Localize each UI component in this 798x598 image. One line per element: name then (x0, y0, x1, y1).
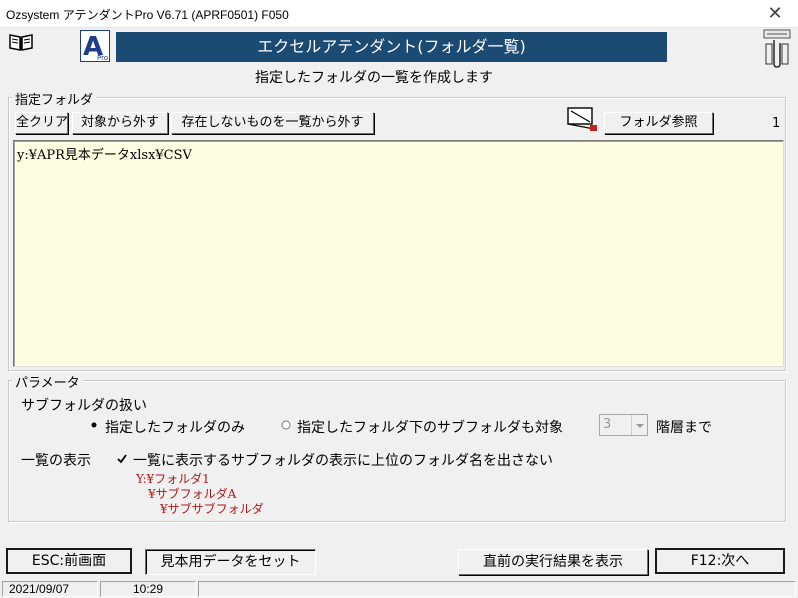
remove-target-button[interactable]: 対象から外す (72, 112, 168, 134)
book-icon[interactable] (8, 32, 34, 52)
set-sample-data-button[interactable]: 見本用データをセット (145, 549, 316, 575)
example-line-2: ¥サブフォルダA (148, 487, 237, 501)
radio-only-selected[interactable] (88, 419, 100, 431)
close-icon[interactable]: ✕ (752, 0, 798, 28)
example-line-3: ¥サブサブフォルダ (160, 502, 264, 516)
chevron-down-icon[interactable] (631, 415, 647, 435)
svg-text:Pro: Pro (97, 54, 108, 62)
show-last-result-button[interactable]: 直前の実行結果を表示 (458, 549, 648, 575)
radio-sub-unselected[interactable] (280, 419, 292, 431)
list-item[interactable]: y:¥APR見本データxlsx¥CSV (17, 144, 780, 163)
status-extra (198, 581, 796, 597)
radio-only-label[interactable]: 指定したフォルダのみ (105, 417, 245, 437)
esc-back-button[interactable]: ESC:前画面 (6, 548, 132, 574)
header-banner: エクセルアテンダント(フォルダ一覧) (116, 32, 667, 62)
paperclip-icon[interactable] (762, 28, 794, 68)
status-time: 10:29 (100, 581, 196, 597)
params-group-title: パラメータ (12, 372, 83, 391)
hide-parent-label[interactable]: 一覧に表示するサブフォルダの表示に上位のフォルダ名を出さない (133, 450, 553, 470)
folder-group-title: 指定フォルダ (12, 89, 97, 108)
window-title: Ozsystem アテンダントPro V6.71 (APRF0501) F050 (6, 8, 289, 22)
subfolder-label: サブフォルダの扱い (21, 398, 147, 414)
clear-all-button[interactable]: 全クリア (15, 112, 68, 134)
example-line-1: Y:¥フォルダ1 (136, 472, 210, 486)
status-date: 2021/09/07 (2, 581, 98, 597)
folder-list[interactable]: y:¥APR見本データxlsx¥CSV (13, 140, 784, 367)
remove-missing-button[interactable]: 存在しないものを一覧から外す (171, 112, 374, 134)
hide-parent-checkbox[interactable] (116, 453, 128, 465)
example-tree: Y:¥フォルダ1 ¥サブフォルダA ¥サブサブフォルダ (136, 472, 264, 517)
list-display-label: 一覧の表示 (21, 453, 91, 469)
folder-count: 1 (772, 116, 781, 131)
next-f12-button[interactable]: F12:次へ (655, 548, 785, 574)
depth-select[interactable]: 3 (599, 414, 648, 436)
page-subtitle: 指定したフォルダの一覧を作成します (255, 70, 493, 86)
radio-sub-label[interactable]: 指定したフォルダ下のサブフォルダも対象 (297, 417, 563, 437)
browse-folder-button[interactable]: フォルダ参照 (604, 112, 713, 134)
app-logo-icon: A Pro (80, 30, 110, 62)
depth-value: 3 (603, 417, 612, 432)
title-bar: Ozsystem アテンダントPro V6.71 (APRF0501) F050… (0, 0, 798, 28)
depth-suffix: 階層まで (656, 420, 712, 436)
folder-select-icon[interactable] (566, 105, 600, 133)
